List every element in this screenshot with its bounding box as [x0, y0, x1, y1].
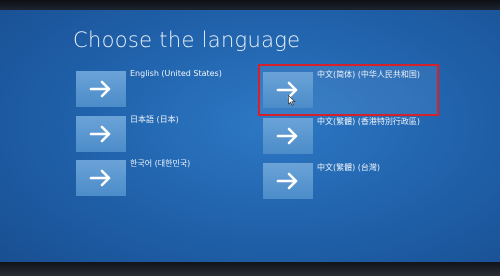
mouse-pointer-icon: [288, 95, 296, 106]
language-label-chinese-simplified[interactable]: 中文(简体) (中华人民共和国): [317, 69, 435, 80]
arrow-right-icon: [89, 80, 111, 98]
language-label-korean[interactable]: 한국어 (대한민국): [130, 158, 190, 169]
page-title: Choose the language: [73, 28, 301, 52]
arrow-right-icon: [276, 172, 298, 190]
language-label-chinese-traditional-hk[interactable]: 中文(繁體) (香港特別行政區): [317, 116, 435, 127]
language-label-english-us[interactable]: English (United States): [130, 68, 222, 79]
language-option-japanese-button[interactable]: [76, 116, 126, 152]
language-option-english-us-button[interactable]: [76, 71, 126, 107]
language-label-japanese[interactable]: 日本語 (日本): [130, 114, 179, 125]
language-selection-screen: Choose the language English (United Stat…: [0, 0, 500, 276]
language-option-chinese-traditional-tw-button[interactable]: [263, 163, 313, 199]
arrow-right-icon: [89, 125, 111, 143]
monitor-bezel-bottom: [0, 262, 500, 276]
language-option-chinese-traditional-hk-button[interactable]: [263, 118, 313, 154]
language-label-chinese-traditional-tw[interactable]: 中文(繁體) (台灣): [317, 162, 380, 173]
language-option-korean-button[interactable]: [76, 160, 126, 196]
arrow-right-icon: [276, 127, 298, 145]
arrow-right-icon: [89, 169, 111, 187]
monitor-bezel-top: [0, 0, 500, 10]
